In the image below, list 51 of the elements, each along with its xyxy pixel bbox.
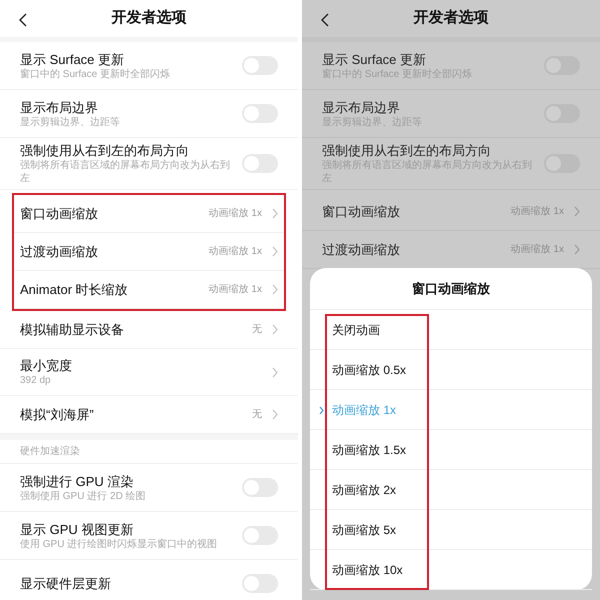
setting-description: 强制使用 GPU 进行 2D 绘图 bbox=[20, 490, 147, 502]
setting-title[interactable]: 过渡动画缩放 bbox=[20, 243, 98, 260]
section-header: 硬件加速渲染 bbox=[20, 444, 80, 459]
option-item[interactable]: 动画缩放 1.5x bbox=[332, 440, 406, 458]
setting-title: 显示布局边界 bbox=[322, 98, 401, 116]
setting-title: 强制使用从右到左的布局方向 bbox=[322, 142, 492, 159]
setting-title[interactable]: 模拟辅助显示设备 bbox=[20, 321, 124, 338]
back-icon[interactable] bbox=[321, 13, 329, 27]
chevron-right-icon bbox=[272, 246, 278, 257]
option-item[interactable]: 动画缩放 5x bbox=[332, 520, 396, 538]
setting-title[interactable]: 过渡动画缩放 bbox=[322, 241, 400, 258]
setting-title[interactable]: 模拟“刘海屏” bbox=[20, 406, 94, 423]
setting-value: 动画缩放 1x bbox=[208, 206, 262, 221]
setting-value: 无 bbox=[252, 408, 262, 422]
setting-description: 使用 GPU 进行绘图时闪烁显示窗口中的视图 bbox=[20, 538, 218, 550]
setting-value: 动画缩放 1x bbox=[510, 242, 564, 257]
chevron-right-icon bbox=[574, 206, 580, 217]
chevron-right-icon bbox=[272, 366, 278, 378]
setting-description: 窗口中的 Surface 更新时全部闪烁 bbox=[20, 68, 172, 80]
chevron-right-icon bbox=[319, 406, 324, 415]
setting-title: 显示布局边界 bbox=[20, 98, 99, 116]
setting-title[interactable]: Animator 时长缩放 bbox=[20, 281, 128, 298]
setting-title: 显示 GPU 视图更新 bbox=[20, 520, 134, 538]
chevron-right-icon bbox=[272, 324, 278, 335]
option-item[interactable]: 动画缩放 10x bbox=[332, 560, 403, 578]
setting-value: 动画缩放 1x bbox=[208, 244, 262, 259]
page-title: 开发者选项 bbox=[112, 8, 186, 28]
setting-title: 显示 Surface 更新 bbox=[20, 50, 126, 68]
setting-value: 392 dp bbox=[20, 374, 52, 388]
chevron-right-icon bbox=[272, 409, 278, 420]
setting-title: 强制使用从右到左的布局方向 bbox=[20, 142, 190, 159]
setting-title: 显示硬件层更新 bbox=[20, 575, 112, 592]
option-item[interactable]: 动画缩放 0.5x bbox=[332, 360, 406, 378]
setting-title[interactable]: 窗口动画缩放 bbox=[322, 203, 400, 220]
chevron-right-icon bbox=[272, 208, 278, 219]
setting-title: 显示 Surface 更新 bbox=[322, 50, 428, 68]
setting-description: 显示剪辑边界、边距等 bbox=[20, 116, 121, 128]
chevron-right-icon bbox=[574, 244, 580, 255]
setting-title[interactable]: 窗口动画缩放 bbox=[20, 205, 98, 222]
setting-value: 动画缩放 1x bbox=[208, 282, 262, 297]
page-title: 开发者选项 bbox=[414, 8, 488, 28]
back-icon[interactable] bbox=[19, 13, 27, 27]
chevron-right-icon bbox=[272, 284, 278, 295]
setting-title: 强制进行 GPU 渲染 bbox=[20, 472, 134, 490]
setting-title[interactable]: 最小宽度 bbox=[20, 356, 72, 374]
option-item[interactable]: 动画缩放 2x bbox=[332, 480, 396, 498]
setting-value: 无 bbox=[252, 323, 262, 337]
sheet-title: 窗口动画缩放 bbox=[412, 280, 490, 298]
setting-description: 强制将所有语言区域的屏幕布局方向改为从右到左 bbox=[20, 159, 231, 185]
setting-value: 动画缩放 1x bbox=[510, 204, 564, 219]
option-item[interactable]: 关闭动画 bbox=[332, 320, 380, 338]
